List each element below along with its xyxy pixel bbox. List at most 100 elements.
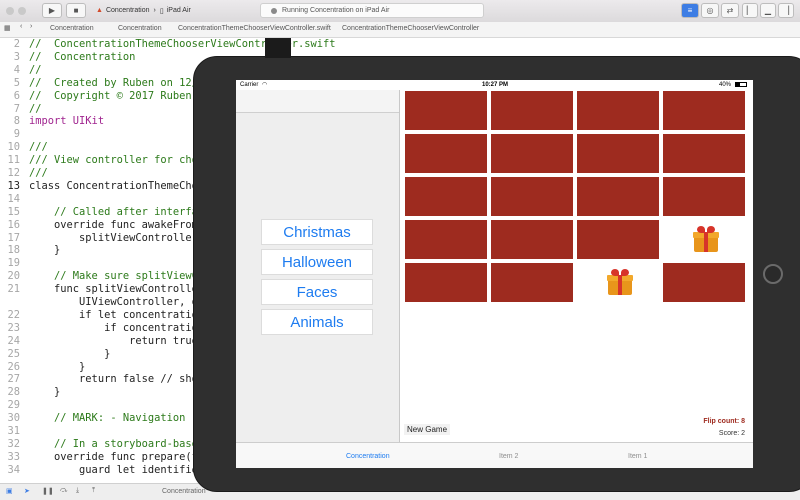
code-text: /// <box>29 141 48 154</box>
line-number: 26 <box>7 360 20 373</box>
navigator-toggle-button[interactable]: ▏ <box>742 3 758 18</box>
status-text: Running Concentration on iPad Air <box>282 7 390 14</box>
tab-item-2[interactable]: Item 2 <box>499 453 518 460</box>
grid-icon[interactable]: ▦ <box>4 24 11 32</box>
card-face-down[interactable] <box>663 177 745 216</box>
new-game-button[interactable]: New Game <box>404 424 451 435</box>
wifi-icon: ◠ <box>262 82 268 88</box>
debug-area-toggle-icon[interactable]: ▣ <box>6 487 13 495</box>
card-face-down[interactable] <box>663 263 745 302</box>
jumpbar-item-symbol[interactable]: ConcentrationThemeChooserViewController <box>342 25 479 32</box>
utilities-toggle-button[interactable]: ▕ <box>778 3 794 18</box>
theme-button-halloween[interactable]: Halloween <box>261 249 373 275</box>
line-number: 29 <box>7 399 20 412</box>
theme-button-animals[interactable]: Animals <box>261 309 373 335</box>
card-face-down[interactable] <box>491 91 573 130</box>
card-face-down[interactable] <box>491 177 573 216</box>
card-face-down[interactable] <box>405 263 487 302</box>
card-face-up[interactable] <box>663 220 745 259</box>
card-face-up[interactable] <box>577 263 659 302</box>
line-number: 16 <box>7 218 20 231</box>
card-face-down[interactable] <box>663 134 745 173</box>
ios-status-bar: Carrier ◠ 10:27 PM 40% <box>236 80 753 90</box>
tab-item-1[interactable]: Item 1 <box>628 453 647 460</box>
code-text: import UIKit <box>29 115 105 128</box>
code-line[interactable]: 2// ConcentrationThemeChooserViewControl… <box>0 38 800 50</box>
minimize-window-icon[interactable] <box>18 7 26 15</box>
jump-bar: ▦ ‹ › Concentration Concentration Concen… <box>0 22 800 38</box>
code-text: if concentration <box>29 321 205 334</box>
code-text: // Copyright © 2017 Ruben. <box>29 89 198 102</box>
standard-editor-button[interactable]: ≡ <box>681 3 699 18</box>
step-in-icon[interactable]: ⤓ <box>76 487 79 495</box>
card-face-down[interactable] <box>491 220 573 259</box>
card-face-down[interactable] <box>577 91 659 130</box>
jumpbar-item-project[interactable]: Concentration <box>50 25 94 32</box>
code-text: /// View controller for choo <box>29 154 205 167</box>
back-icon[interactable]: ‹ <box>20 23 22 30</box>
concentration-game-detail: New Game Flip count: 8 Score: 2 <box>400 90 753 442</box>
line-number: 33 <box>7 450 20 463</box>
home-button[interactable] <box>763 264 783 284</box>
scheme-selector[interactable]: ▲ Concentration › ▯ iPad Air <box>96 3 191 18</box>
forward-icon[interactable]: › <box>30 23 32 30</box>
gift-icon <box>607 269 633 297</box>
card-face-down[interactable] <box>577 134 659 173</box>
line-number: 13 <box>7 179 20 192</box>
card-face-down[interactable] <box>577 220 659 259</box>
line-number: 23 <box>7 321 20 334</box>
line-number: 24 <box>7 334 20 347</box>
line-number: 31 <box>7 425 20 437</box>
close-window-icon[interactable] <box>6 7 14 15</box>
assistant-editor-button[interactable]: ◎ <box>701 3 719 18</box>
pause-icon[interactable]: ❚❚ <box>42 487 54 495</box>
tab-concentration[interactable]: Concentration <box>346 453 390 460</box>
gift-icon <box>693 226 719 254</box>
run-button[interactable]: ▶ <box>42 3 62 18</box>
line-number: 7 <box>13 102 20 115</box>
code-text: guard let identifier <box>29 463 205 476</box>
theme-button-christmas[interactable]: Christmas <box>261 219 373 245</box>
step-over-icon[interactable]: ⤼ <box>60 487 67 495</box>
line-number: 21 <box>7 283 20 296</box>
line-number: 4 <box>13 63 20 76</box>
code-text: // Make sure splitViewCo <box>29 270 205 283</box>
breakpoints-icon[interactable]: ➤ <box>24 487 30 495</box>
card-face-down[interactable] <box>491 134 573 173</box>
line-number: 6 <box>13 89 20 102</box>
card-face-down[interactable] <box>405 220 487 259</box>
code-text: // In a storyboard-based <box>29 437 205 450</box>
app-icon: ▲ <box>96 7 103 14</box>
theme-button-faces[interactable]: Faces <box>261 279 373 305</box>
card-face-down[interactable] <box>663 91 745 130</box>
card-face-down[interactable] <box>491 263 573 302</box>
card-face-down[interactable] <box>405 177 487 216</box>
debug-target-label: Concentration <box>162 488 206 495</box>
stop-button[interactable]: ■ <box>66 3 86 18</box>
code-text: override func awakeFromN <box>29 218 205 231</box>
simulator-screen: Carrier ◠ 10:27 PM 40% Christmas Hallowe… <box>236 80 753 468</box>
jumpbar-item-file[interactable]: ConcentrationThemeChooserViewController.… <box>178 25 331 32</box>
code-text: override func prepare(fo <box>29 450 205 463</box>
code-text: // Created by Ruben on 12/ <box>29 76 198 89</box>
line-number: 27 <box>7 373 20 386</box>
code-text: // Concentration <box>29 50 136 63</box>
line-number: 2 <box>13 38 20 50</box>
xcode-toolbar: ▶ ■ ▲ Concentration › ▯ iPad Air Running… <box>0 0 800 23</box>
line-number: 30 <box>7 412 20 425</box>
line-number: 25 <box>7 347 20 360</box>
code-text: // <box>29 102 42 115</box>
debug-toggle-button[interactable]: ▁ <box>760 3 776 18</box>
step-out-icon[interactable]: ⤒ <box>92 487 95 495</box>
score-label: Score: 2 <box>718 430 745 437</box>
card-face-down[interactable] <box>577 177 659 216</box>
card-face-down[interactable] <box>405 91 487 130</box>
battery-percent: 40% <box>719 82 732 88</box>
line-number: 5 <box>13 76 20 89</box>
code-text: return false // show <box>29 373 205 386</box>
card-face-down[interactable] <box>405 134 487 173</box>
version-editor-button[interactable]: ⇄ <box>721 3 739 18</box>
jumpbar-item-group[interactable]: Concentration <box>118 25 162 32</box>
code-text: class ConcentrationThemeChoo <box>29 179 205 192</box>
line-number: 19 <box>7 257 20 270</box>
